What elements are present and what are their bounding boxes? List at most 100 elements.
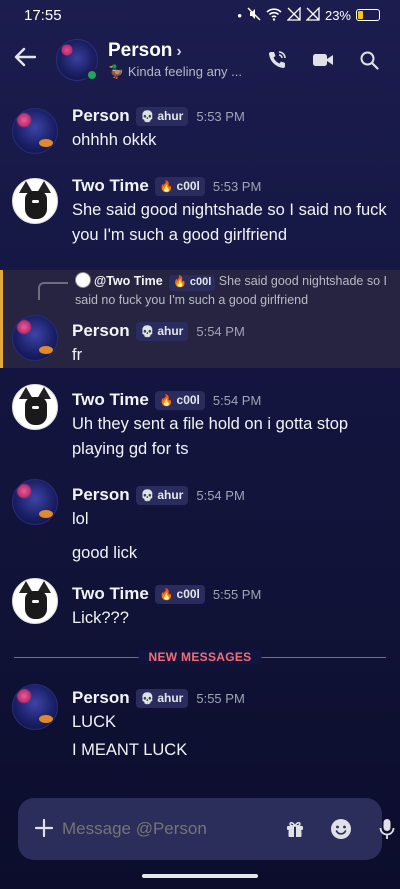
username[interactable]: Person — [72, 321, 130, 341]
username[interactable]: Two Time — [72, 584, 149, 604]
avatar-face — [25, 397, 47, 425]
message-composer — [18, 798, 395, 860]
wifi-icon — [266, 7, 282, 24]
video-camera-icon[interactable] — [312, 49, 334, 71]
timestamp: 5:54 PM — [212, 392, 262, 408]
search-icon[interactable] — [358, 49, 380, 71]
skull-icon: 💀 — [140, 489, 155, 502]
reply-mini-avatar — [75, 272, 91, 288]
message-input[interactable] — [62, 819, 283, 839]
message-text: good lick — [72, 544, 138, 562]
flame-icon: 🔥 — [173, 276, 187, 288]
avatar-flower — [16, 688, 32, 704]
timestamp: 5:53 PM — [212, 178, 262, 194]
avatar[interactable] — [12, 178, 58, 224]
skull-icon: 💀 — [140, 110, 155, 123]
new-messages-label: NEW MESSAGES — [138, 650, 262, 664]
username[interactable]: Person — [72, 688, 130, 708]
server-tag[interactable]: 💀 ahur — [135, 688, 189, 708]
dm-header: Person › 🦆 Kinda feeling any ... — [0, 30, 400, 90]
signal-icon — [286, 5, 301, 24]
server-tag[interactable]: 💀 ahur — [135, 106, 189, 126]
message-item[interactable]: Two Time 🔥 c00l 5:55 PM Lick??? — [0, 578, 400, 631]
emoji-icon[interactable] — [329, 817, 353, 841]
message-item[interactable]: Person 💀 ahur 5:54 PM fr — [0, 315, 400, 368]
reply-author: @Two Time — [94, 274, 163, 288]
status-text: Kinda feeling any ... — [127, 64, 243, 79]
home-indicator[interactable] — [142, 874, 258, 878]
reply-connector — [38, 282, 68, 300]
timestamp: 5:55 PM — [212, 586, 262, 602]
message-item[interactable]: Person 💀 ahur 5:55 PM LUCK I MEANT LUCK — [0, 684, 400, 763]
avatar-koi — [39, 715, 53, 723]
message-item[interactable]: Two Time 🔥 c00l 5:53 PM She said good nig… — [0, 174, 400, 248]
avatar[interactable] — [12, 315, 58, 361]
header-avatar[interactable] — [56, 39, 99, 82]
message-text: Uh they sent a file hold on i gotta stop… — [72, 415, 349, 458]
status-icons: • 23% — [237, 5, 380, 24]
status-emoji: 🦆 — [108, 64, 125, 79]
message-text: fr — [72, 346, 83, 364]
username[interactable]: Two Time — [72, 390, 149, 410]
message-text: I MEANT LUCK — [72, 741, 188, 759]
message-item[interactable]: Person 💀 ahur 5:53 PM ohhhh okkk — [0, 104, 400, 154]
message-text: Lick??? — [72, 609, 129, 627]
skull-icon: 💀 — [140, 692, 155, 705]
message-header: Person 💀 ahur 5:53 PM — [72, 104, 388, 128]
avatar-koi — [39, 346, 53, 354]
avatar-flower — [16, 112, 32, 128]
reply-tag: 🔥 c00l — [169, 274, 216, 291]
message-item[interactable]: Person 💀 ahur 5:54 PM lol good lick — [0, 479, 400, 566]
server-tag[interactable]: 💀 ahur — [135, 485, 189, 505]
message-header: Person 💀 ahur 5:55 PM — [72, 686, 388, 710]
battery-percent: 23% — [324, 7, 351, 23]
header-title-block[interactable]: Person › 🦆 Kinda feeling any ... — [108, 40, 266, 80]
avatar[interactable] — [12, 479, 58, 525]
header-actions — [266, 49, 386, 71]
timestamp: 5:55 PM — [196, 690, 245, 706]
mute-icon — [247, 6, 261, 24]
message-text: ohhhh okkk — [72, 131, 157, 149]
message-text: lol — [72, 510, 89, 528]
timestamp: 5:54 PM — [196, 323, 245, 339]
phone-call-icon[interactable] — [266, 49, 288, 71]
dot-icon: • — [237, 7, 242, 23]
avatar[interactable] — [12, 578, 58, 624]
plus-icon[interactable] — [34, 813, 54, 845]
timestamp: 5:53 PM — [196, 108, 245, 124]
header-custom-status: 🦆 Kinda feeling any ... — [108, 64, 266, 80]
avatar[interactable] — [12, 108, 58, 154]
avatar[interactable] — [12, 684, 58, 730]
avatar-koi — [39, 139, 53, 147]
message-item[interactable]: Two Time 🔥 c00l 5:54 PM Uh they sent a fi… — [0, 384, 400, 462]
status-bar: 17:55 • 23% — [0, 0, 400, 30]
username[interactable]: Two Time — [72, 176, 149, 196]
server-tag[interactable]: 🔥 c00l — [154, 390, 205, 410]
server-tag[interactable]: 🔥 c00l — [154, 584, 205, 604]
timestamp: 5:54 PM — [196, 487, 245, 503]
composer-actions — [283, 817, 399, 841]
header-title: Person › — [108, 40, 182, 61]
message-header: Two Time 🔥 c00l 5:55 PM — [72, 582, 388, 606]
flame-icon: 🔥 — [159, 588, 174, 601]
avatar-flower — [16, 483, 32, 499]
username[interactable]: Person — [72, 485, 130, 505]
message-text: She said good nightshade so I said no fu… — [72, 201, 387, 244]
microphone-icon[interactable] — [375, 817, 399, 841]
online-status-dot — [85, 68, 99, 82]
server-tag[interactable]: 🔥 c00l — [154, 176, 205, 196]
reply-preview[interactable]: @Two Time 🔥 c00l She said good nightshade… — [75, 272, 393, 310]
signal-icon-2 — [305, 5, 320, 24]
username[interactable]: Person — [72, 106, 130, 126]
message-header: Two Time 🔥 c00l 5:54 PM — [72, 388, 388, 412]
flame-icon: 🔥 — [159, 180, 174, 193]
back-arrow-icon[interactable] — [14, 46, 48, 74]
skull-icon: 💀 — [140, 325, 155, 338]
gift-icon[interactable] — [283, 817, 307, 841]
flame-icon: 🔥 — [159, 394, 174, 407]
avatar-flower — [61, 44, 73, 56]
avatar-face — [25, 191, 47, 219]
server-tag[interactable]: 💀 ahur — [135, 321, 189, 341]
avatar[interactable] — [12, 384, 58, 430]
avatar-flower — [16, 319, 32, 335]
